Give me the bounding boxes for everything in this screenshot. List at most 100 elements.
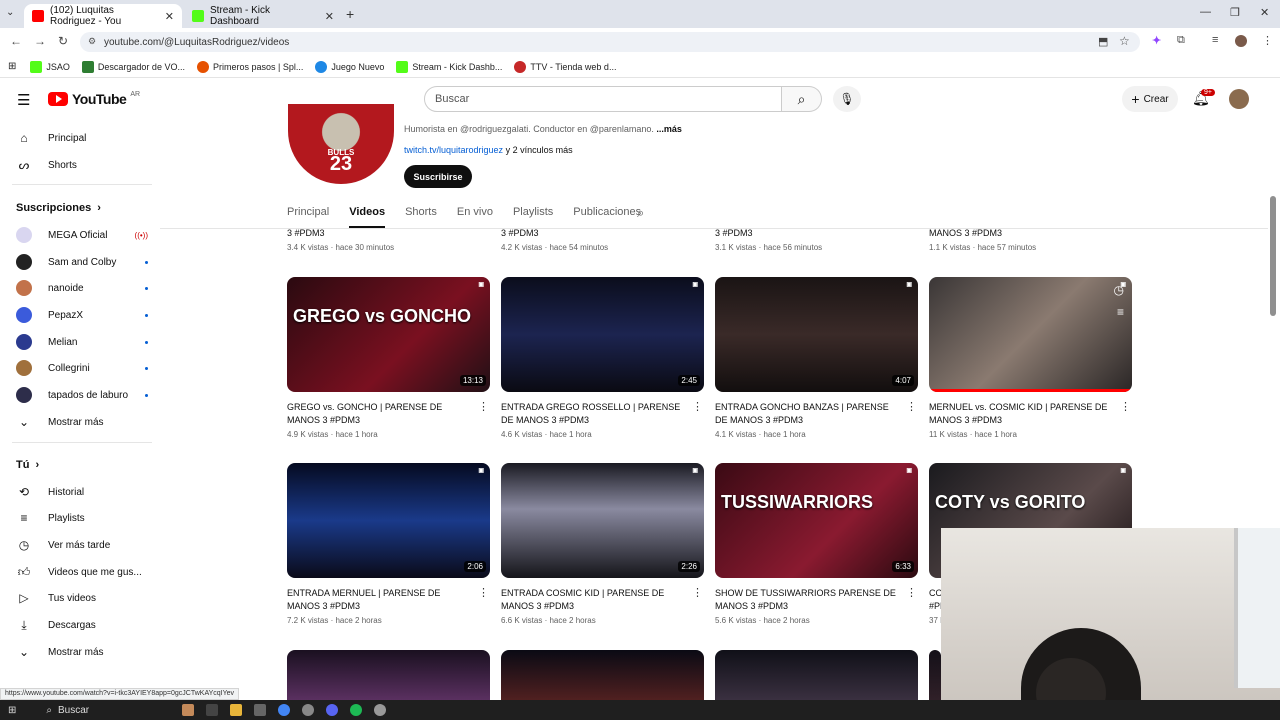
tab-home[interactable]: Principal — [287, 206, 329, 228]
sidebar-item-your-videos[interactable]: ▷ Tus videos — [16, 586, 148, 610]
start-icon[interactable]: ⊞ — [8, 705, 16, 716]
browser-menu-icon[interactable]: ⋮ — [1262, 34, 1273, 47]
taskbar-app-icon[interactable] — [374, 704, 387, 716]
address-bar[interactable]: ⚙ youtube.com/@LuquitasRodriguez/videos — [80, 32, 1140, 52]
sidebar-item-home[interactable]: ⌂ Principal — [16, 126, 148, 150]
reading-list-icon[interactable]: ≡ — [1212, 34, 1218, 46]
video-thumbnail[interactable] — [929, 650, 941, 700]
spotify-icon[interactable] — [350, 704, 363, 716]
video-thumbnail[interactable]: ▣ ◷ ≡ — [929, 277, 1132, 392]
task-view-icon[interactable] — [206, 704, 219, 716]
forward-icon[interactable]: → — [34, 34, 46, 48]
add-to-queue-icon[interactable]: ≡ — [1117, 305, 1124, 319]
site-info-icon[interactable]: ⚙ — [88, 36, 96, 47]
close-tab-icon[interactable]: ✕ — [325, 10, 334, 23]
sidebar-item-liked-videos[interactable]: 👍︎ Videos que me gus... — [16, 560, 148, 584]
show-more-subscriptions[interactable]: ⌄ Mostrar más — [16, 410, 148, 434]
account-avatar[interactable] — [1229, 89, 1249, 109]
twitch-extension-icon[interactable]: ✦ — [1152, 34, 1161, 47]
bookmark-star-icon[interactable]: ☆ — [1119, 34, 1130, 48]
sidebar-item-playlists[interactable]: ≡ Playlists — [16, 506, 148, 530]
video-thumbnail[interactable]: ▣ 2:26 — [501, 463, 704, 578]
channel-description[interactable]: Humorista en @rodriguezgalati. Conductor… — [404, 124, 682, 134]
video-card[interactable]: ▣ ◷ ≡ MERNUEL vs. COSMIC KID | PARENSE DE M… — [929, 277, 1133, 439]
video-thumbnail[interactable]: ▣ 2:45 — [501, 277, 704, 392]
you-heading[interactable]: Tú › — [16, 459, 39, 471]
taskbar-widget-icon[interactable] — [182, 704, 195, 716]
tab-live[interactable]: En vivo — [457, 206, 493, 228]
video-card-partial[interactable]: MANOS 3 #PDM3 1.1 K vistas · hace 57 minu… — [929, 228, 1036, 252]
bookmark-item[interactable]: Primeros pasos | Spl... — [196, 60, 303, 73]
video-title[interactable]: ENTRADA COSMIC KID | PARENSE DE MANOS 3 … — [501, 587, 705, 613]
video-card[interactable]: ▣ TUSSIWARRIORS 6:33 SHOW DE TUSSIWARRIORS … — [715, 463, 919, 625]
page-scrollbar[interactable] — [1270, 196, 1276, 316]
video-title[interactable]: GREGO vs. GONCHO | PARENSE DE MANOS 3 #P… — [287, 401, 491, 427]
subscription-item[interactable]: Collegrini — [16, 356, 148, 380]
search-input[interactable]: Buscar — [424, 86, 782, 112]
video-title[interactable]: MERNUEL vs. COSMIC KID | PARENSE DE MANO… — [929, 401, 1133, 427]
file-explorer-icon[interactable] — [230, 704, 243, 716]
install-app-icon[interactable]: ⬒ — [1098, 35, 1108, 48]
hamburger-menu-icon[interactable]: ☰ — [17, 91, 30, 109]
bookmark-item[interactable]: TTV - Tienda web d... — [514, 60, 616, 73]
sidebar-item-downloads[interactable]: ⤓ Descargas — [16, 613, 148, 637]
subscription-item[interactable]: Sam and Colby — [16, 250, 148, 274]
subscribe-button[interactable]: Suscribirse — [404, 165, 472, 188]
close-window-icon[interactable]: ✕ — [1260, 6, 1269, 19]
channel-search-icon[interactable]: ⌕ — [637, 205, 644, 221]
video-card-partial[interactable]: 3 #PDM3 3.4 K vistas · hace 30 minutos — [287, 228, 394, 252]
more-options-icon[interactable]: ⋮ — [906, 401, 917, 414]
apps-grid-icon[interactable]: ⊞ — [8, 61, 16, 72]
search-button[interactable]: ⌕ — [782, 86, 822, 112]
subscription-item[interactable]: tapados de laburo — [16, 383, 148, 407]
channel-avatar-large[interactable]: BULLS 23 — [288, 104, 394, 184]
tab-posts[interactable]: Publicaciones — [573, 206, 641, 228]
video-card[interactable]: ▣ 2:45 ENTRADA GREGO ROSSELLO | PARENSE DE… — [501, 277, 705, 439]
subscription-item[interactable]: nanoide — [16, 276, 148, 300]
profile-avatar-icon[interactable] — [1235, 35, 1247, 47]
sidebar-item-shorts[interactable]: ᔕ Shorts — [16, 153, 148, 177]
discord-icon[interactable] — [326, 704, 339, 716]
video-card[interactable]: ▣ 2:06 ENTRADA MERNUEL | PARENSE DE MANOS … — [287, 463, 491, 625]
browser-tab-kick[interactable]: Stream - Kick Dashboard ✕ — [184, 4, 342, 28]
tab-videos[interactable]: Videos — [349, 206, 386, 228]
bookmark-item[interactable]: Juego Nuevo — [315, 60, 384, 73]
browser-tab-youtube[interactable]: (102) Luquitas Rodriguez - You ✕ — [24, 4, 182, 28]
bookmark-item[interactable]: Stream - Kick Dashb... — [396, 60, 502, 73]
video-card[interactable]: ▣ 2:26 ENTRADA COSMIC KID | PARENSE DE MAN… — [501, 463, 705, 625]
subscription-item[interactable]: Melian — [16, 330, 148, 354]
video-thumbnail[interactable] — [287, 650, 490, 700]
video-title[interactable]: 3 #PDM3 — [501, 228, 608, 238]
back-icon[interactable]: ← — [10, 34, 22, 48]
minimize-icon[interactable]: — — [1200, 6, 1211, 18]
tab-list-chevron-icon[interactable]: ⌄ — [6, 7, 14, 18]
obs-icon[interactable] — [302, 704, 315, 716]
sidebar-item-watch-later[interactable]: ◷ Ver más tarde — [16, 533, 148, 557]
video-thumbnail[interactable] — [715, 650, 918, 700]
create-button[interactable]: + Crear — [1122, 86, 1178, 112]
subscription-item[interactable]: PepazX — [16, 303, 148, 327]
video-thumbnail[interactable]: ▣ TUSSIWARRIORS 6:33 — [715, 463, 918, 578]
twitch-link[interactable]: twitch.tv/luquitarodriguez — [404, 145, 503, 155]
bookmark-item[interactable]: Descargador de VO... — [81, 60, 185, 73]
video-title[interactable]: 3 #PDM3 — [715, 228, 822, 238]
sidebar-item-history[interactable]: ⟲ Historial — [16, 480, 148, 504]
video-title[interactable]: ENTRADA GREGO ROSSELLO | PARENSE DE MANO… — [501, 401, 705, 427]
video-title[interactable]: 3 #PDM3 — [287, 228, 394, 238]
more-options-icon[interactable]: ⋮ — [478, 587, 489, 600]
more-options-icon[interactable]: ⋮ — [906, 587, 917, 600]
video-title[interactable]: SHOW DE TUSSIWARRIORS PARENSE DE MANOS 3… — [715, 587, 919, 613]
bookmark-item[interactable]: JSAO — [30, 60, 70, 73]
subscriptions-heading[interactable]: Suscripciones › — [16, 202, 101, 214]
video-card-partial[interactable]: 3 #PDM3 3.1 K vistas · hace 56 minutos — [715, 228, 822, 252]
video-title[interactable]: ENTRADA GONCHO BANZAS | PARENSE DE MANOS… — [715, 401, 919, 427]
more-options-icon[interactable]: ⋮ — [1120, 401, 1131, 414]
video-title[interactable]: ENTRADA MERNUEL | PARENSE DE MANOS 3 #PD… — [287, 587, 491, 613]
more-links-text[interactable]: y 2 vínculos más — [503, 145, 573, 155]
restore-icon[interactable]: ❐ — [1230, 6, 1240, 19]
video-title[interactable]: MANOS 3 #PDM3 — [929, 228, 1036, 238]
tab-shorts[interactable]: Shorts — [405, 206, 437, 228]
more-options-icon[interactable]: ⋮ — [692, 587, 703, 600]
reload-icon[interactable]: ↻ — [58, 34, 68, 48]
video-thumbnail[interactable]: ▣ 2:06 — [287, 463, 490, 578]
